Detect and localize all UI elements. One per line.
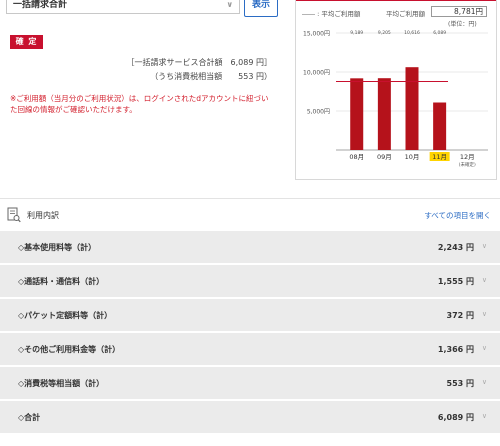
detail-row-label: ◇その他ご利用料金等（計）	[18, 345, 121, 354]
x-tick-label: 08月	[349, 153, 364, 161]
detail-row-label: ◇合計	[18, 413, 41, 422]
x-tick-label: 09月	[377, 153, 392, 161]
detail-row-amount: 1,366 円	[437, 345, 474, 354]
chevron-down-icon: ∨	[481, 378, 487, 386]
bar	[377, 78, 391, 150]
details-header: 利用内訳 すべての項目を開く	[0, 198, 500, 231]
x-tick-label: 12月	[460, 153, 475, 161]
y-tick-label: 10,000円	[303, 70, 330, 77]
chevron-down-icon: ∨	[481, 242, 487, 250]
average-value: 8,781円	[431, 6, 487, 17]
detail-row[interactable]: ◇消費税等相当額（計） 553 円 ∨	[0, 366, 500, 399]
x-tick-label: 11月	[432, 153, 447, 161]
y-tick-label: 15,000円	[303, 31, 330, 38]
chevron-down-icon: ∨	[481, 310, 487, 318]
x-sub-label: (未確定)	[459, 161, 476, 168]
billing-summary-section: 一括請求合計 ∨ 表示 確 定 ［一括請求サービス合計額 6,089 円］ （う…	[0, 0, 500, 196]
detail-row-amount: 6,089 円	[437, 413, 474, 422]
show-button[interactable]: 表示	[244, 0, 278, 17]
detail-row-amount: 372 円	[446, 311, 474, 320]
average-label: 平均ご利用額	[386, 10, 425, 18]
detail-row[interactable]: ◇合計 6,089 円 ∨	[0, 400, 500, 433]
status-badge: 確 定	[10, 35, 43, 49]
bar	[433, 102, 447, 150]
detail-row[interactable]: ◇基本使用料等（計） 2,243 円 ∨	[0, 230, 500, 263]
chart-unit: (単位：円)	[448, 21, 477, 28]
detail-row[interactable]: ◇パケット定額料等（計） 372 円 ∨	[0, 298, 500, 331]
chart-legend: ―― : 平均ご利用額	[302, 10, 361, 18]
data-label: 6,089	[433, 30, 446, 36]
detail-row[interactable]: ◇通話料・通信料（計） 1,555 円 ∨	[0, 264, 500, 297]
detail-row-amount: 2,243 円	[437, 243, 474, 252]
chevron-down-icon: ∨	[481, 412, 487, 420]
tax-amount: （うち消費税相当額 553 円）	[150, 72, 272, 81]
usage-note: ※ご利用額（当月分のご利用状況）は、ログインされたdアカウントに紐づいた回線の情…	[10, 94, 269, 114]
detail-row-label: ◇消費税等相当額（計）	[18, 379, 105, 388]
detail-row[interactable]: ◇その他ご利用料金等（計） 1,366 円 ∨	[0, 332, 500, 365]
chevron-down-icon: ∨	[481, 276, 487, 284]
data-label: 9,205	[378, 30, 391, 36]
bar	[405, 67, 419, 150]
bar	[350, 78, 364, 150]
detail-row-amount: 1,555 円	[437, 277, 474, 286]
detail-row-label: ◇通話料・通信料（計）	[18, 277, 105, 286]
detail-row-amount: 553 円	[446, 379, 474, 388]
billing-type-select-value: 一括請求合計	[13, 0, 68, 10]
detail-row-label: ◇基本使用料等（計）	[18, 243, 97, 252]
data-label: 10,616	[404, 30, 420, 36]
chevron-down-icon: ∨	[226, 0, 234, 9]
service-total: ［一括請求サービス合計額 6,089 円］	[126, 58, 272, 67]
details-title: 利用内訳	[27, 211, 59, 220]
billing-type-select[interactable]: 一括請求合計 ∨	[6, 0, 240, 14]
expand-all-link[interactable]: すべての項目を開く	[424, 210, 491, 221]
usage-chart-panel: 15,000円 10,000円 5,000円 9,189 08月 9,205 09月 10,6…	[295, 0, 497, 180]
document-search-icon	[7, 207, 21, 223]
x-tick-label: 10月	[405, 153, 420, 161]
data-label: 9,189	[350, 30, 363, 36]
chevron-down-icon: ∨	[481, 344, 487, 352]
y-tick-label: 5,000円	[307, 109, 330, 116]
detail-row-label: ◇パケット定額料等（計）	[18, 311, 113, 320]
